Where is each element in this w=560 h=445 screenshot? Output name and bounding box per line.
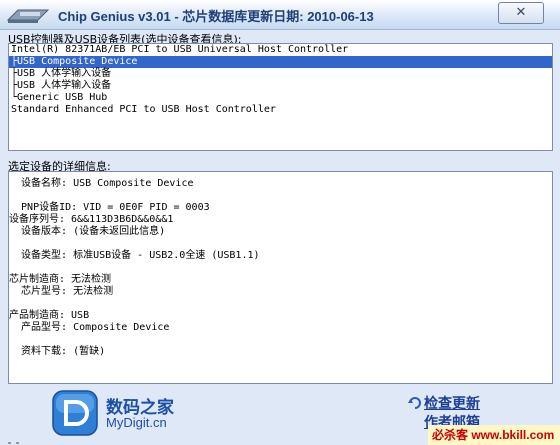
app-icon — [6, 9, 50, 23]
close-button[interactable]: ✕ — [498, 2, 544, 24]
detail-chip-model: 芯片型号: 无法检测 — [9, 286, 114, 297]
detail-download: 资料下载: (暂缺) — [9, 346, 106, 357]
device-list-item[interactable]: Intel(R) 82371AB/EB PCI to USB Universal… — [9, 44, 552, 56]
detail-product-model: 产品型号: Composite Device — [9, 322, 170, 333]
site-watermark: 必杀客 www.bkill.com — [428, 425, 560, 445]
details-pane[interactable]: 设备名称: USB Composite Device PNP设备ID: VID … — [8, 171, 553, 384]
resize-grip-icon — [8, 442, 19, 444]
device-list[interactable]: Intel(R) 82371AB/EB PCI to USB Universal… — [8, 43, 553, 151]
device-list-item-selected[interactable]: ├USB Composite Device — [9, 56, 552, 68]
device-list-item[interactable]: ├USB 人体学输入设备 — [9, 80, 552, 92]
detail-chip-vendor: 芯片制造商: 无法检测 — [9, 274, 112, 285]
device-list-item[interactable]: Standard Enhanced PCI to USB Host Contro… — [9, 104, 552, 116]
detail-device-type: 设备类型: 标准USB设备 - USB2.0全速 (USB1.1) — [9, 250, 260, 261]
device-list-item[interactable]: ├USB 人体学输入设备 — [9, 68, 552, 80]
detail-product-vendor: 产品制造商: USB — [9, 310, 90, 321]
device-list-item[interactable]: └Generic USB Hub — [9, 92, 552, 104]
check-update-link[interactable]: 检查更新 — [424, 393, 480, 413]
close-icon: ✕ — [515, 5, 527, 20]
detail-pnp-id: PNP设备ID: VID = 0E0F PID = 0003 — [9, 202, 210, 213]
title-bar[interactable]: Chip Genius v3.01 - 芯片数据库更新日期: 2010-06-1… — [0, 0, 560, 30]
window-title: Chip Genius v3.01 - 芯片数据库更新日期: 2010-06-1… — [58, 9, 374, 24]
mydigit-logo-icon[interactable] — [52, 390, 98, 436]
detail-device-name: 设备名称: USB Composite Device — [9, 178, 194, 189]
update-arrow-icon — [408, 397, 421, 409]
detail-serial: 设备序列号: 6&&113D3B6D&&0&&1 — [9, 214, 174, 225]
detail-version: 设备版本: (设备未返回此信息) — [9, 226, 166, 237]
logo-title-en[interactable]: MyDigit.cn — [106, 415, 167, 430]
